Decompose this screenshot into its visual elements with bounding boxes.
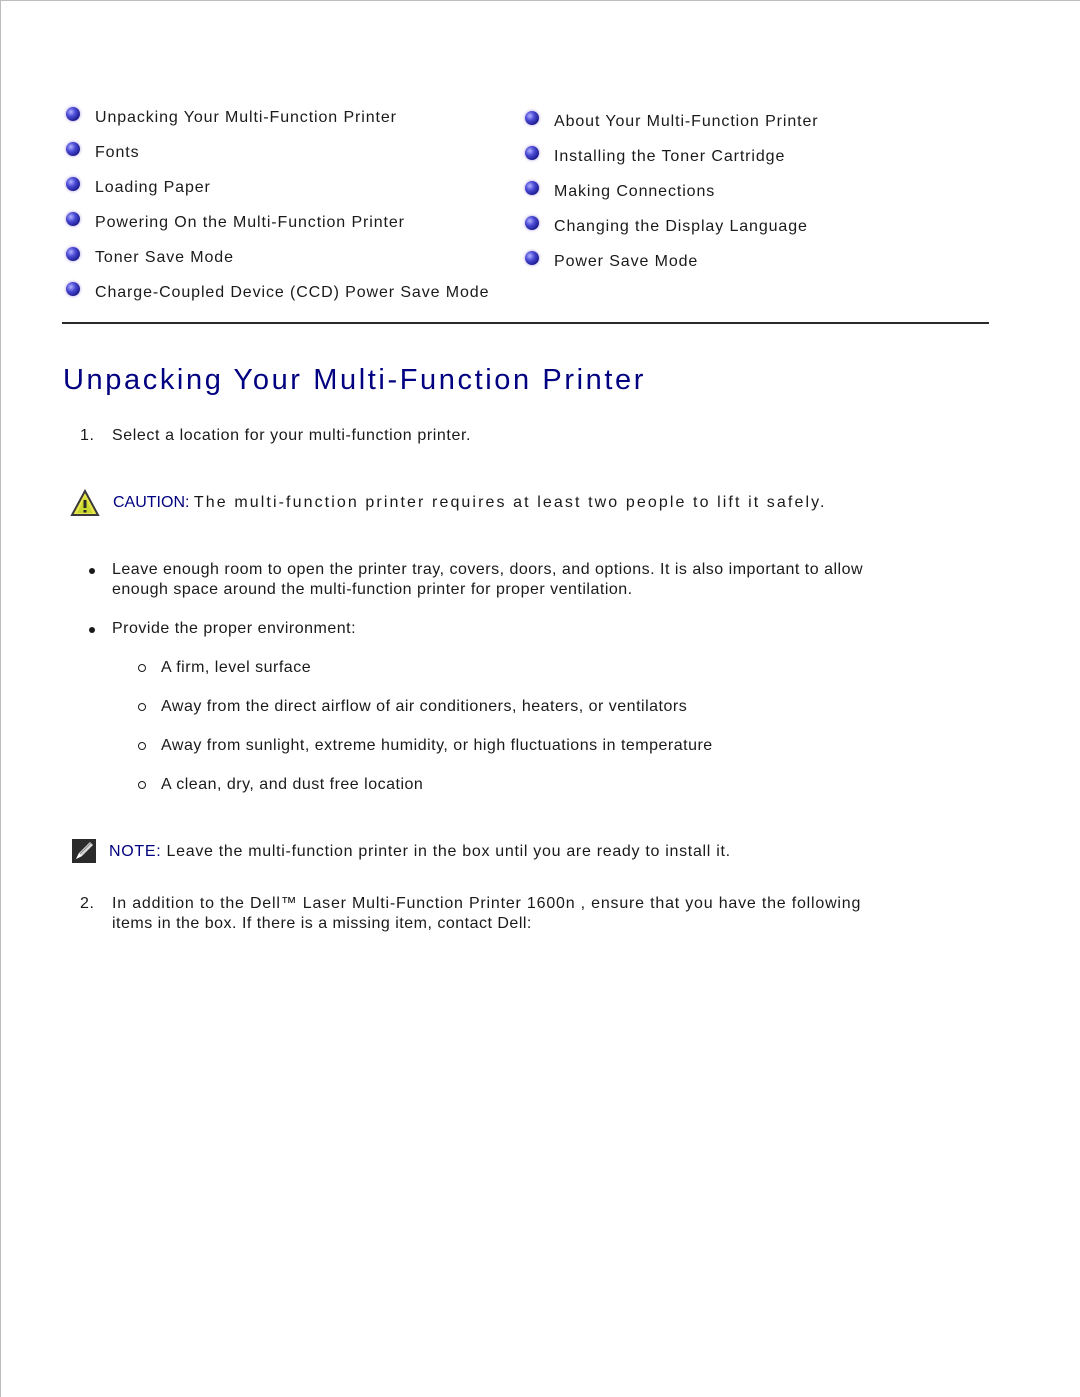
toc-link-ccd-power-save[interactable]: Charge-Coupled Device (CCD) Power Save M… xyxy=(66,275,489,310)
toc-link-powering-on[interactable]: Powering On the Multi-Function Printer xyxy=(66,205,489,240)
toc-link-label[interactable]: Unpacking Your Multi-Function Printer xyxy=(95,109,397,127)
toc-link-label[interactable]: Toner Save Mode xyxy=(95,249,234,267)
blue-orb-bullet-icon xyxy=(66,141,80,156)
blue-orb-bullet-icon xyxy=(525,145,539,160)
caution-notice: CAUTION: The multi-function printer requ… xyxy=(113,493,833,513)
sub-list-item-text: A clean, dry, and dust free location xyxy=(161,776,424,793)
bullet-dot-icon xyxy=(89,568,95,574)
toc-link-label[interactable]: Changing the Display Language xyxy=(554,218,808,236)
blue-orb-bullet-icon xyxy=(66,281,80,296)
pencil-note-icon xyxy=(72,839,96,863)
blue-orb-bullet-icon xyxy=(525,110,539,125)
step-text-line1: In addition to the Dell™ Laser Multi-Fun… xyxy=(112,895,862,912)
step-text-line2: items in the box. If there is a missing … xyxy=(112,915,532,932)
toc-link-label[interactable]: Loading Paper xyxy=(95,179,211,197)
toc-link-loading-paper[interactable]: Loading Paper xyxy=(66,170,489,205)
step-text: Select a location for your multi-functio… xyxy=(112,427,472,444)
toc-link-unpacking[interactable]: Unpacking Your Multi-Function Printer xyxy=(66,100,489,135)
toc-link-toner-save[interactable]: Toner Save Mode xyxy=(66,240,489,275)
hollow-bullet-icon xyxy=(138,664,146,672)
toc-link-label[interactable]: Fonts xyxy=(95,144,140,162)
sub-list-item-text: Away from sunlight, extreme humidity, or… xyxy=(161,737,713,754)
toc-link-toner-cartridge[interactable]: Installing the Toner Cartridge xyxy=(525,139,819,174)
list-item-text-line1: Leave enough room to open the printer tr… xyxy=(112,561,864,578)
toc-link-connections[interactable]: Making Connections xyxy=(525,174,819,209)
toc-link-label[interactable]: Powering On the Multi-Function Printer xyxy=(95,214,405,232)
blue-orb-bullet-icon xyxy=(525,180,539,195)
note-notice: NOTE: Leave the multi-function printer i… xyxy=(109,842,731,862)
blue-orb-bullet-icon xyxy=(525,250,539,265)
toc-left-column: Unpacking Your Multi-Function Printer Fo… xyxy=(66,100,489,310)
hollow-bullet-icon xyxy=(138,742,146,750)
toc-link-fonts[interactable]: Fonts xyxy=(66,135,489,170)
blue-orb-bullet-icon xyxy=(66,106,80,121)
warning-triangle-icon xyxy=(70,488,100,517)
list-item-text: Provide the proper environment: xyxy=(112,620,357,637)
sub-list-item-text: Away from the direct airflow of air cond… xyxy=(161,698,688,715)
sub-list-item-text: A firm, level surface xyxy=(161,659,312,676)
hollow-bullet-icon xyxy=(138,781,146,789)
toc-link-label[interactable]: Installing the Toner Cartridge xyxy=(554,148,785,166)
toc-link-label[interactable]: About Your Multi-Function Printer xyxy=(554,113,819,131)
blue-orb-bullet-icon xyxy=(66,176,80,191)
step-number: 1. xyxy=(80,427,95,444)
list-item-text-line2: enough space around the multi-function p… xyxy=(112,581,633,598)
blue-orb-bullet-icon xyxy=(66,246,80,261)
horizontal-divider xyxy=(62,322,989,324)
hollow-bullet-icon xyxy=(138,703,146,711)
bullet-dot-icon xyxy=(89,627,95,633)
toc-link-about[interactable]: About Your Multi-Function Printer xyxy=(525,104,819,139)
toc-link-label[interactable]: Making Connections xyxy=(554,183,715,201)
blue-orb-bullet-icon xyxy=(525,215,539,230)
toc-right-column: About Your Multi-Function Printer Instal… xyxy=(525,104,819,279)
toc-link-power-save[interactable]: Power Save Mode xyxy=(525,244,819,279)
toc-link-label[interactable]: Power Save Mode xyxy=(554,253,698,271)
caution-text: The multi-function printer requires at l… xyxy=(193,494,827,511)
caution-label: CAUTION: xyxy=(113,494,190,511)
step-number: 2. xyxy=(80,895,95,912)
note-label: NOTE: xyxy=(109,843,162,860)
section-title: Unpacking Your Multi-Function Printer xyxy=(63,364,646,396)
note-text: Leave the multi-function printer in the … xyxy=(166,843,731,860)
blue-orb-bullet-icon xyxy=(66,211,80,226)
toc-link-display-language[interactable]: Changing the Display Language xyxy=(525,209,819,244)
toc-link-label[interactable]: Charge-Coupled Device (CCD) Power Save M… xyxy=(95,284,489,302)
